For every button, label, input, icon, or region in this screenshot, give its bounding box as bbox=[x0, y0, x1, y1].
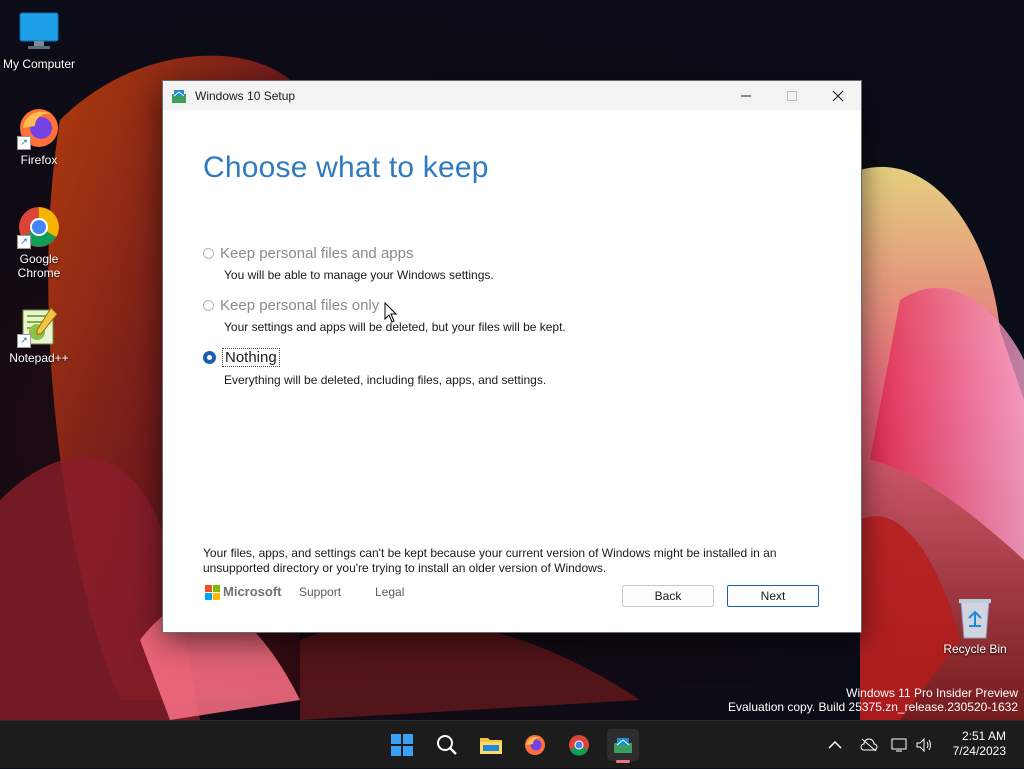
radio-button-disabled bbox=[203, 300, 214, 311]
close-icon bbox=[832, 90, 844, 101]
taskbar-chrome[interactable] bbox=[563, 729, 595, 761]
desktop-icon-label: Firefox bbox=[20, 153, 58, 167]
search-button[interactable] bbox=[431, 729, 463, 761]
active-indicator bbox=[616, 760, 630, 763]
tray-volume[interactable] bbox=[915, 721, 933, 769]
maximize-button bbox=[769, 81, 815, 110]
desktop-icon-my-computer[interactable]: My Computer bbox=[0, 10, 78, 71]
microsoft-logo: Microsoft bbox=[205, 584, 282, 600]
maximize-icon bbox=[787, 90, 797, 101]
tray-overflow-button[interactable] bbox=[828, 721, 842, 769]
folder-icon bbox=[480, 738, 502, 754]
page-title: Choose what to keep bbox=[203, 151, 489, 184]
legal-link[interactable]: Legal bbox=[375, 585, 404, 599]
option-keep-files-and-apps: Keep personal files and apps You will be… bbox=[203, 245, 494, 282]
system-clock[interactable]: 2:51 AM 7/24/2023 bbox=[953, 729, 1006, 759]
cloud-offline-icon bbox=[860, 738, 878, 752]
shortcut-arrow-icon: ↗ bbox=[17, 334, 31, 348]
radio-button-selected[interactable] bbox=[203, 351, 216, 364]
watermark-line-2: Evaluation copy. Build 25375.zn_release.… bbox=[728, 700, 1018, 714]
notepadpp-icon: ↗ bbox=[17, 304, 61, 348]
option-label: Keep personal files only bbox=[220, 297, 380, 314]
shortcut-arrow-icon: ↗ bbox=[17, 136, 31, 150]
option-nothing[interactable]: Nothing Everything will be deleted, incl… bbox=[203, 348, 546, 387]
shortcut-arrow-icon: ↗ bbox=[17, 235, 31, 249]
next-button[interactable]: Next bbox=[727, 585, 819, 607]
taskbar-windows-setup[interactable] bbox=[607, 729, 639, 763]
option-description: Everything will be deleted, including fi… bbox=[224, 373, 547, 387]
close-button[interactable] bbox=[815, 81, 861, 110]
taskbar-file-explorer[interactable] bbox=[475, 729, 507, 761]
clock-time: 2:51 AM bbox=[961, 729, 1006, 743]
volume-icon bbox=[916, 737, 931, 753]
chrome-icon bbox=[569, 735, 589, 756]
desktop-icon-firefox[interactable]: ↗ Firefox bbox=[0, 106, 78, 167]
option-label: Keep personal files and apps bbox=[220, 245, 414, 262]
minimize-icon bbox=[741, 95, 751, 96]
windows-logo-icon bbox=[391, 734, 413, 756]
firefox-icon: ↗ bbox=[17, 106, 61, 150]
firefox-icon bbox=[525, 735, 545, 755]
setup-app-icon bbox=[614, 738, 632, 753]
desktop-icon-chrome[interactable]: ↗ Google Chrome bbox=[0, 205, 78, 280]
search-icon bbox=[437, 735, 457, 755]
watermark-line-1: Windows 11 Pro Insider Preview bbox=[846, 686, 1018, 700]
radio-button-disabled bbox=[203, 248, 214, 259]
chrome-icon: ↗ bbox=[17, 205, 61, 249]
chevron-up-icon bbox=[828, 740, 842, 749]
support-link[interactable]: Support bbox=[299, 585, 341, 599]
back-button[interactable]: Back bbox=[622, 585, 714, 607]
taskbar-firefox[interactable] bbox=[519, 729, 551, 761]
desktop-icon-label: Notepad++ bbox=[9, 351, 69, 365]
microsoft-logo-icon bbox=[205, 584, 220, 600]
desktop-icon-recycle-bin[interactable]: Recycle Bin bbox=[943, 596, 1007, 656]
tray-network[interactable] bbox=[891, 721, 909, 769]
microsoft-brand-text: Microsoft bbox=[223, 584, 282, 599]
desktop-icon-label: Recycle Bin bbox=[943, 642, 1007, 656]
evaluation-watermark: Windows 11 Pro Insider Preview Evaluatio… bbox=[728, 686, 1018, 714]
window-titlebar[interactable]: Windows 10 Setup bbox=[163, 81, 861, 110]
compatibility-notice: Your files, apps, and settings can't be … bbox=[203, 546, 777, 575]
recycle-bin-icon bbox=[955, 596, 995, 640]
desktop-icon-label: My Computer bbox=[2, 57, 76, 71]
option-description: You will be able to manage your Windows … bbox=[224, 268, 494, 282]
setup-window: Windows 10 Setup Choose what to keep Kee… bbox=[162, 80, 862, 633]
desktop-icon-label: Google Chrome bbox=[17, 252, 61, 280]
tray-onedrive[interactable] bbox=[860, 721, 878, 769]
taskbar: 2:51 AM 7/24/2023 bbox=[0, 720, 1024, 768]
desktop-icon-notepadpp[interactable]: ↗ Notepad++ bbox=[0, 304, 78, 365]
monitor-icon bbox=[17, 10, 61, 54]
mouse-cursor-icon bbox=[384, 302, 398, 323]
clock-date: 7/24/2023 bbox=[952, 744, 1006, 758]
option-label[interactable]: Nothing bbox=[222, 348, 280, 367]
start-button[interactable] bbox=[386, 729, 418, 761]
window-title: Windows 10 Setup bbox=[195, 88, 296, 103]
setup-app-icon bbox=[171, 88, 187, 104]
network-icon bbox=[891, 738, 907, 752]
minimize-button[interactable] bbox=[723, 81, 769, 110]
